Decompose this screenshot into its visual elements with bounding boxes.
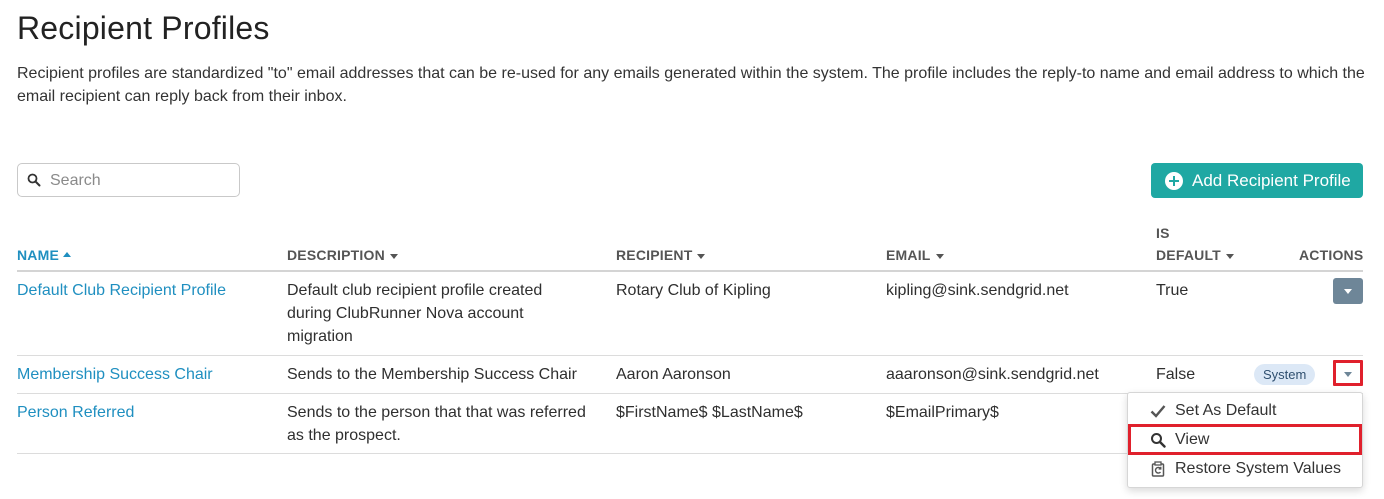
- search-box[interactable]: [17, 163, 240, 197]
- restore-icon: [1149, 460, 1167, 478]
- column-header-email[interactable]: EMAIL: [886, 247, 944, 263]
- profile-recipient: Aaron Aaronson: [616, 366, 731, 383]
- column-header-name-label: NAME: [17, 247, 60, 263]
- column-header-is-default-line1: IS: [1156, 225, 1170, 241]
- profile-description: Default club recipient profile created d…: [287, 282, 543, 345]
- check-icon: [1149, 402, 1167, 420]
- column-header-actions: ACTIONS: [1299, 247, 1364, 263]
- column-header-recipient[interactable]: RECIPIENT: [616, 247, 706, 263]
- column-header-description-label: DESCRIPTION: [287, 247, 385, 263]
- row-actions-dropdown-button[interactable]: [1333, 278, 1363, 304]
- profile-is-default: False: [1156, 366, 1196, 383]
- profile-name-link[interactable]: Default Club Recipient Profile: [17, 279, 277, 302]
- menu-item-restore-system-values[interactable]: Restore System Values: [1128, 455, 1362, 483]
- search-input[interactable]: [50, 168, 235, 194]
- sort-caret-icon: [389, 253, 398, 259]
- plus-circle-icon: [1165, 171, 1183, 190]
- search-icon: [1149, 431, 1167, 449]
- menu-item-set-as-default[interactable]: Set As Default: [1128, 397, 1362, 425]
- row-actions-dropdown-button-active[interactable]: [1333, 360, 1363, 386]
- sort-caret-icon: [1225, 253, 1234, 259]
- search-icon: [27, 173, 41, 187]
- column-header-is-default-line2: DEFAULT: [1156, 247, 1221, 263]
- column-header-name[interactable]: NAME: [17, 247, 72, 263]
- profile-email: kipling@sink.sendgrid.net: [886, 282, 1069, 299]
- menu-item-label: Set As Default: [1175, 402, 1277, 419]
- page-title: Recipient Profiles: [17, 10, 270, 46]
- menu-item-label: View: [1175, 430, 1210, 448]
- sort-ascending-icon: [63, 252, 72, 257]
- profile-name-link[interactable]: Membership Success Chair: [17, 363, 277, 386]
- profile-description: Sends to the Membership Success Chair: [287, 366, 577, 383]
- page-description: Recipient profiles are standardized "to"…: [17, 65, 1365, 105]
- row-actions-menu: Set As Default View Restore System Value…: [1127, 392, 1363, 488]
- table-header-divider: [17, 270, 1363, 272]
- sort-caret-icon: [697, 253, 706, 259]
- profile-email: aaaronson@sink.sendgrid.net: [886, 366, 1099, 383]
- menu-item-view[interactable]: View: [1128, 424, 1362, 455]
- column-header-description[interactable]: DESCRIPTION: [287, 247, 398, 263]
- column-header-is-default[interactable]: IS DEFAULT: [1156, 225, 1234, 263]
- system-badge: System: [1254, 364, 1316, 385]
- menu-item-label: Restore System Values: [1175, 460, 1341, 477]
- column-header-recipient-label: RECIPIENT: [616, 247, 693, 263]
- profile-name-link[interactable]: Person Referred: [17, 401, 277, 424]
- profile-recipient: $FirstName$ $LastName$: [616, 404, 803, 421]
- profile-is-default: True: [1156, 282, 1189, 299]
- profile-email: $EmailPrimary$: [886, 404, 999, 421]
- profile-description: Sends to the person that that was referr…: [287, 404, 586, 444]
- add-recipient-profile-button[interactable]: Add Recipient Profile: [1151, 163, 1363, 198]
- add-recipient-profile-label: Add Recipient Profile: [1192, 170, 1351, 190]
- profile-recipient: Rotary Club of Kipling: [616, 282, 771, 299]
- column-header-email-label: EMAIL: [886, 247, 931, 263]
- sort-caret-icon: [935, 253, 944, 259]
- row-divider: [17, 355, 1363, 356]
